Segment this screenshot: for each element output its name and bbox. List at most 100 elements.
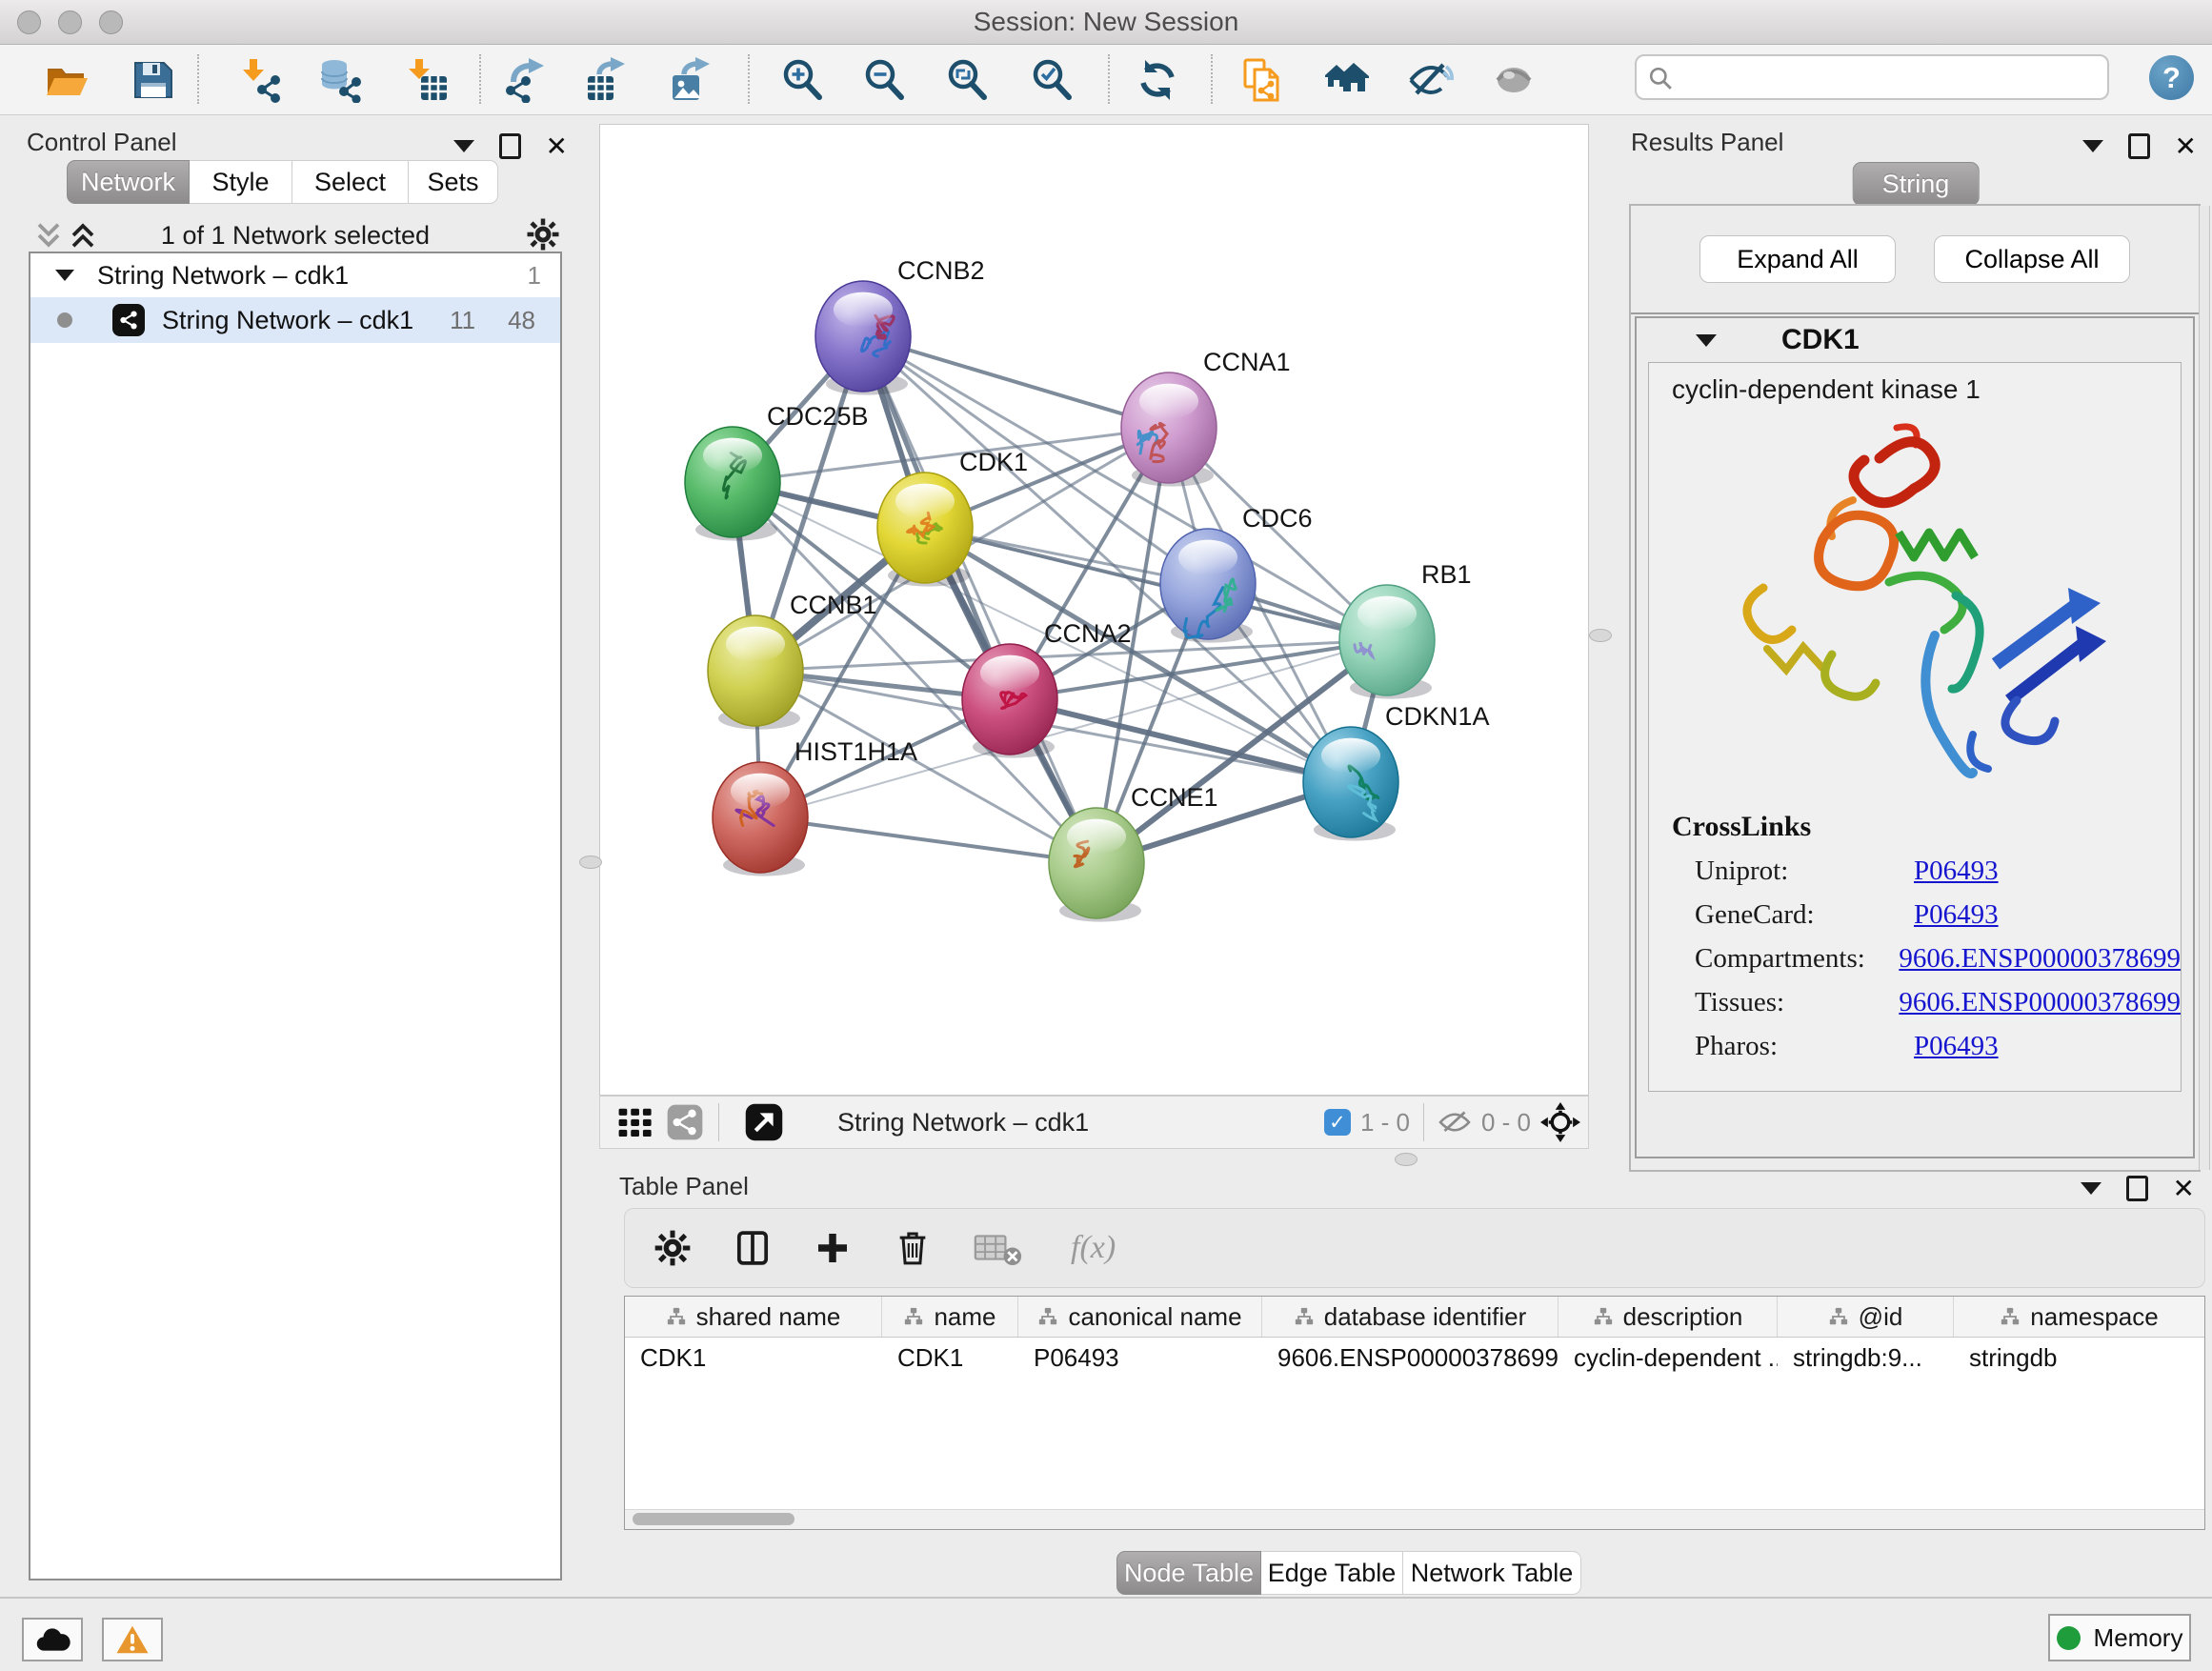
export-image-button[interactable] <box>665 55 718 105</box>
network-grid-view-button[interactable] <box>615 1102 655 1142</box>
section-collapse-icon[interactable] <box>1696 334 1717 347</box>
network-node-CDC6[interactable]: CDC6 <box>1160 504 1313 643</box>
tab-sets[interactable]: Sets <box>409 160 498 204</box>
collapse-panel-icon[interactable] <box>453 140 474 152</box>
network-node-CDC25B[interactable]: CDC25B <box>685 402 869 541</box>
expand-all-button[interactable]: Expand All <box>1699 235 1896 283</box>
tab-node-table[interactable]: Node Table <box>1116 1551 1261 1595</box>
crosslink-tissues-link[interactable]: 9606.ENSP00000378699 <box>1899 987 2181 1018</box>
save-session-button[interactable] <box>126 55 179 105</box>
float-panel-icon[interactable] <box>499 133 521 159</box>
fit-selection-button[interactable] <box>1540 1102 1580 1142</box>
column-header-id[interactable]: @id <box>1778 1297 1954 1337</box>
function-builder-button[interactable]: f(x) <box>1065 1229 1121 1267</box>
clear-table-button[interactable] <box>974 1229 1023 1267</box>
close-panel-icon[interactable]: ✕ <box>2175 137 2197 156</box>
network-node-CDKN1A[interactable]: CDKN1A <box>1303 702 1490 841</box>
expand-all-chevron-icon[interactable] <box>69 221 97 250</box>
zoom-in-button[interactable] <box>775 55 829 105</box>
import-network-from-file-button[interactable] <box>232 55 286 105</box>
network-node-CCNB2[interactable]: CCNB2 <box>815 256 985 395</box>
left-splitter-handle[interactable] <box>579 856 602 869</box>
column-header-name[interactable]: name <box>882 1297 1018 1337</box>
export-network-button[interactable] <box>498 55 552 105</box>
crosslink-genecard-link[interactable]: P06493 <box>1914 899 1999 931</box>
network-node-CCNE1[interactable]: CCNE1 <box>1049 783 1218 922</box>
close-panel-icon[interactable]: ✕ <box>2173 1179 2195 1198</box>
eye-button[interactable] <box>1487 55 1540 105</box>
zoom-fit-content-button[interactable] <box>940 55 994 105</box>
crosslink-uniprot-link[interactable]: P06493 <box>1914 856 1999 887</box>
cell-description[interactable]: cyclin-dependent ... <box>1558 1338 1778 1378</box>
show-columns-button[interactable] <box>734 1229 772 1267</box>
network-edge[interactable] <box>863 336 1096 863</box>
share-gray-icon <box>666 1103 704 1141</box>
tab-string[interactable]: String <box>1853 162 1980 206</box>
zoom-out-button[interactable] <box>857 55 911 105</box>
window-title: Session: New Session <box>0 7 2212 37</box>
export-network-icon <box>500 57 550 103</box>
cell-database-identifier[interactable]: 9606.ENSP00000378699 <box>1262 1338 1558 1378</box>
collapse-panel-icon[interactable] <box>2081 1182 2101 1195</box>
results-scrollbar[interactable] <box>2199 206 2210 1170</box>
cloud-button[interactable] <box>22 1618 83 1661</box>
collapse-all-chevron-icon[interactable] <box>34 221 63 250</box>
crosslink-pharos-link[interactable]: P06493 <box>1914 1031 1999 1062</box>
network-node-HIST1H1A[interactable]: HIST1H1A <box>713 737 917 876</box>
memory-button[interactable]: Memory <box>2048 1614 2191 1661</box>
column-header-canonical-name[interactable]: canonical name <box>1018 1297 1262 1337</box>
column-header-namespace[interactable]: namespace <box>1954 1297 2204 1337</box>
column-header-database-identifier[interactable]: database identifier <box>1262 1297 1558 1337</box>
close-panel-icon[interactable]: ✕ <box>546 137 568 156</box>
cell-name[interactable]: CDK1 <box>882 1338 1018 1378</box>
warnings-button[interactable] <box>102 1618 163 1661</box>
import-table-from-file-button[interactable] <box>400 55 453 105</box>
network-node-CDK1[interactable]: CDK1 <box>877 448 1028 587</box>
crosslink-row: Compartments: 9606.ENSP00000378699 <box>1695 936 2181 980</box>
open-session-button[interactable] <box>40 55 93 105</box>
tree-expand-icon[interactable] <box>55 270 74 281</box>
cell-shared-name[interactable]: CDK1 <box>625 1338 882 1378</box>
cell-canonical-name[interactable]: P06493 <box>1018 1338 1262 1378</box>
import-network-from-database-button[interactable] <box>312 55 366 105</box>
crosslink-compartments-link[interactable]: 9606.ENSP00000378699 <box>1899 943 2181 975</box>
table-settings-button[interactable] <box>654 1229 692 1267</box>
search-input[interactable] <box>1635 54 2109 100</box>
right-splitter-handle[interactable] <box>1589 629 1612 642</box>
scrollbar-thumb[interactable] <box>633 1513 794 1525</box>
float-panel-icon[interactable] <box>2128 133 2150 159</box>
zoom-selected-button[interactable] <box>1025 55 1078 105</box>
float-panel-icon[interactable] <box>2126 1176 2148 1201</box>
birdseye-view-button[interactable] <box>744 1102 784 1142</box>
selected-checkbox-icon[interactable]: ✓ <box>1324 1109 1351 1136</box>
eye-crossed-button[interactable] <box>1403 55 1457 105</box>
tab-network[interactable]: Network <box>67 160 190 204</box>
network-canvas[interactable]: CCNB2CCNA1CDC25BCDK1CDC6RB1CCNB1CCNA2CDK… <box>599 124 1589 1096</box>
tab-select[interactable]: Select <box>292 160 409 204</box>
gear-icon[interactable] <box>526 217 560 252</box>
cell-id[interactable]: stringdb:9... <box>1778 1338 1954 1378</box>
collapse-panel-icon[interactable] <box>2082 140 2103 152</box>
network-share-view-button[interactable] <box>665 1102 705 1142</box>
network-row-selected[interactable]: String Network – cdk1 11 48 <box>30 297 560 343</box>
network-node-RB1[interactable]: RB1 <box>1339 560 1472 699</box>
column-header-shared-name[interactable]: shared name <box>625 1297 882 1337</box>
houses-button[interactable] <box>1320 55 1374 105</box>
clone-network-button[interactable] <box>1236 55 1289 105</box>
table-row[interactable]: CDK1 CDK1 P06493 9606.ENSP00000378699 cy… <box>625 1338 2204 1378</box>
apply-layout-button[interactable] <box>1131 55 1184 105</box>
protein-section-header[interactable]: CDK1 <box>1637 318 2193 362</box>
delete-columns-button[interactable] <box>894 1229 932 1267</box>
network-edge[interactable] <box>760 817 1096 863</box>
help-button[interactable]: ? <box>2149 55 2194 100</box>
cell-namespace[interactable]: stringdb <box>1954 1338 2204 1378</box>
tab-edge-table[interactable]: Edge Table <box>1261 1551 1403 1595</box>
export-table-button[interactable] <box>580 55 633 105</box>
table-horizontal-scrollbar[interactable] <box>625 1509 2204 1529</box>
network-collection-row[interactable]: String Network – cdk1 1 <box>30 253 560 297</box>
create-column-button[interactable] <box>814 1229 852 1267</box>
collapse-all-button[interactable]: Collapse All <box>1934 235 2130 283</box>
tab-network-table[interactable]: Network Table <box>1403 1551 1581 1595</box>
tab-style[interactable]: Style <box>190 160 292 204</box>
column-header-description[interactable]: description <box>1558 1297 1778 1337</box>
